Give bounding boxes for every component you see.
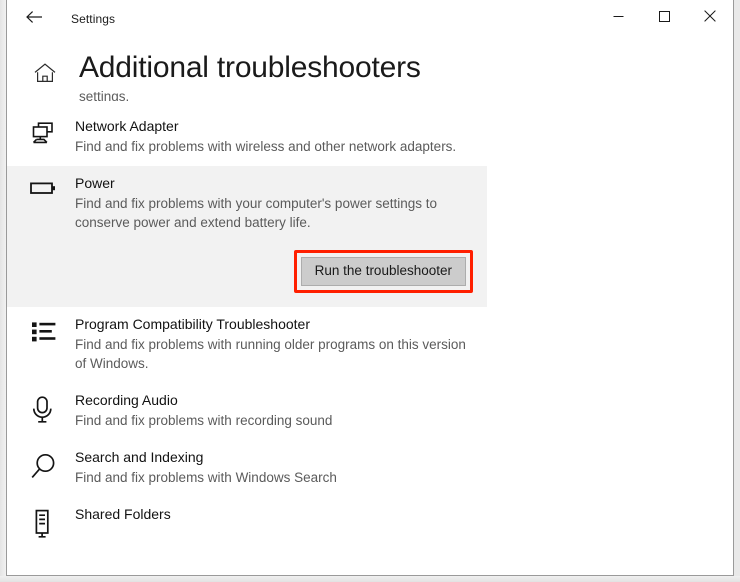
troubleshooter-description: Find and fix problems with recording sou… [75,413,333,428]
window-controls [595,0,733,32]
maximize-button[interactable] [641,0,687,32]
troubleshooter-title: Network Adapter [75,118,179,134]
window-shadow-bottom [0,576,740,582]
battery-power-icon [29,174,71,293]
close-button[interactable] [687,0,733,32]
troubleshooter-title: Search and Indexing [75,449,204,465]
run-troubleshooter-button[interactable]: Run the troubleshooter [300,257,466,286]
button-row: Run the troubleshooter [75,250,487,293]
annotation-highlight-box: Run the troubleshooter [293,250,473,293]
minimize-icon [613,11,624,22]
troubleshooter-title: Power [75,175,115,191]
troubleshooter-description: Find and fix problems with your computer… [75,196,437,230]
troubleshooter-item-network-adapter[interactable]: Network Adapter Find and fix problems wi… [7,109,487,166]
troubleshooter-description: Find and fix problems with Windows Searc… [75,470,337,485]
troubleshooter-title: Program Compatibility Troubleshooter [75,316,310,332]
search-icon [29,448,71,487]
troubleshooter-description: Find and fix problems with running older… [75,337,466,371]
troubleshooter-title: Shared Folders [75,506,171,522]
troubleshooter-item-shared-folders[interactable]: Shared Folders [7,497,487,554]
troubleshooter-body: Search and Indexing Find and fix problem… [71,448,487,487]
title-bar: Settings [7,0,733,38]
troubleshooter-description: Find and fix problems with wireless and … [75,139,457,154]
microphone-icon [29,391,71,430]
back-arrow-icon [25,10,43,29]
back-button[interactable] [11,3,57,35]
troubleshooter-body: Program Compatibility Troubleshooter Fin… [71,315,487,373]
header-text-group: Additional troubleshooters settings. [79,50,421,101]
troubleshooter-body: Power Find and fix problems with your co… [71,174,487,293]
settings-window: Settings Additional troubleshooters sett… [6,0,734,576]
troubleshooter-item-recording-audio[interactable]: Recording Audio Find and fix problems wi… [7,383,487,440]
troubleshooter-item-power[interactable]: Power Find and fix problems with your co… [7,166,487,307]
network-adapter-icon [29,117,71,156]
shared-folders-icon [29,505,71,544]
maximize-icon [658,10,670,22]
troubleshooter-body: Network Adapter Find and fix problems wi… [71,117,487,156]
troubleshooter-item-search-indexing[interactable]: Search and Indexing Find and fix problem… [7,440,487,497]
close-icon [704,10,716,22]
list-icon [29,315,71,373]
page-header: Additional troubleshooters settings. [7,38,733,101]
troubleshooter-body: Shared Folders [71,505,487,544]
clipped-description: settings. [79,89,130,101]
troubleshooter-list: Network Adapter Find and fix problems wi… [7,109,733,554]
troubleshooter-item-program-compatibility[interactable]: Program Compatibility Troubleshooter Fin… [7,307,487,383]
minimize-button[interactable] [595,0,641,32]
troubleshooter-title: Recording Audio [75,392,178,408]
troubleshooter-body: Recording Audio Find and fix problems wi… [71,391,487,430]
page-title: Additional troubleshooters [79,51,421,84]
home-icon[interactable] [33,62,61,89]
app-title: Settings [71,12,116,26]
